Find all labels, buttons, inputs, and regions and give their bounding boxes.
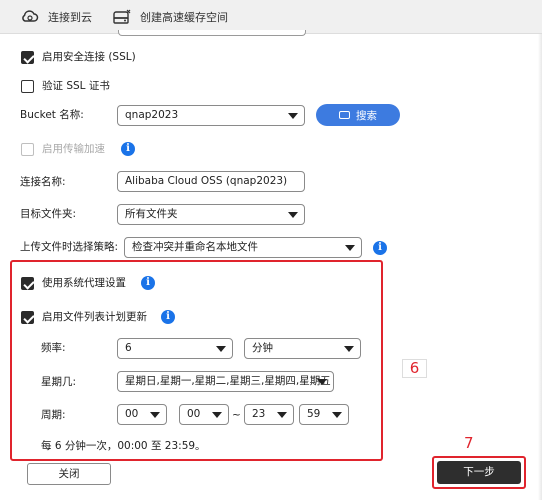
search-button[interactable]: 搜索 <box>316 104 400 126</box>
start-hour-value: 00 <box>125 408 139 420</box>
info-icon[interactable]: i <box>141 276 155 290</box>
frequency-select[interactable]: 6 <box>117 338 233 359</box>
end-minute-value: 59 <box>307 408 321 420</box>
acceleration-checkbox[interactable] <box>21 143 34 156</box>
bucket-label: Bucket 名称: <box>20 109 84 121</box>
verify-ssl-checkbox[interactable] <box>21 80 34 93</box>
frequency-value: 6 <box>125 342 132 354</box>
dialog-edge-shadow <box>538 34 542 500</box>
end-hour-select[interactable]: 23 <box>244 404 294 425</box>
chevron-down-icon <box>150 412 160 418</box>
annotation-step-7: 7 <box>464 434 474 452</box>
wizard-step-bar: 连接到云 创建高速缓存空间 <box>0 0 542 34</box>
connection-name-label: 连接名称: <box>20 176 66 188</box>
info-icon[interactable]: i <box>161 310 175 324</box>
range-separator: ~ <box>232 409 241 421</box>
connection-name-input[interactable]: Alibaba Cloud OSS (qnap2023) <box>117 171 305 192</box>
cache-storage-icon <box>112 8 132 26</box>
bucket-select[interactable]: qnap2023 <box>117 105 305 126</box>
acceleration-label: 启用传输加速 <box>42 143 105 155</box>
verify-ssl-label: 验证 SSL 证书 <box>42 80 110 92</box>
end-hour-value: 23 <box>252 408 266 420</box>
period-label: 周期: <box>41 409 66 421</box>
upload-policy-label: 上传文件时选择策略: <box>20 241 119 253</box>
weekday-label: 星期几: <box>41 376 77 388</box>
chevron-down-icon <box>317 379 327 385</box>
next-button[interactable]: 下一步 <box>437 461 521 484</box>
chevron-down-icon <box>288 212 298 218</box>
weekday-value: 星期日,星期一,星期二,星期三,星期四,星期五 <box>125 375 331 387</box>
start-minute-select[interactable]: 00 <box>179 404 229 425</box>
start-minute-value: 00 <box>187 408 201 420</box>
proxy-checkbox[interactable] <box>21 277 34 290</box>
info-icon[interactable]: i <box>373 241 387 255</box>
upload-policy-value: 检查冲突并重命名本地文件 <box>132 241 258 253</box>
chevron-down-icon <box>344 346 354 352</box>
info-icon[interactable]: i <box>121 142 135 156</box>
close-button[interactable]: 关闭 <box>27 463 111 485</box>
target-folder-select[interactable]: 所有文件夹 <box>117 204 305 225</box>
chevron-down-icon <box>332 412 342 418</box>
upload-policy-select[interactable]: 检查冲突并重命名本地文件 <box>124 237 362 258</box>
ssl-label: 启用安全连接 (SSL) <box>42 51 136 63</box>
chevron-down-icon <box>212 412 222 418</box>
start-hour-select[interactable]: 00 <box>117 404 167 425</box>
schedule-label: 启用文件列表计划更新 <box>42 311 147 323</box>
chevron-down-icon <box>216 346 226 352</box>
frequency-unit-value: 分钟 <box>252 342 273 354</box>
connection-name-value: Alibaba Cloud OSS (qnap2023) <box>125 175 288 187</box>
scrolled-input-field[interactable] <box>118 30 306 36</box>
frequency-label: 频率: <box>41 342 66 354</box>
bucket-select-value: qnap2023 <box>125 109 179 121</box>
chevron-down-icon <box>288 113 298 119</box>
end-minute-select[interactable]: 59 <box>299 404 349 425</box>
search-button-label: 搜索 <box>356 109 377 122</box>
target-folder-value: 所有文件夹 <box>125 208 178 220</box>
schedule-summary: 每 6 分钟一次，00:00 至 23:59。 <box>41 440 206 452</box>
wizard-step-label: 连接到云 <box>48 11 92 24</box>
proxy-label: 使用系统代理设置 <box>42 277 126 289</box>
wizard-step-cache: 创建高速缓存空间 <box>112 7 228 27</box>
ssl-checkbox[interactable] <box>21 51 34 64</box>
wizard-step-label: 创建高速缓存空间 <box>140 11 228 24</box>
storage-icon <box>339 111 350 119</box>
weekday-select[interactable]: 星期日,星期一,星期二,星期三,星期四,星期五 <box>117 371 334 392</box>
schedule-checkbox[interactable] <box>21 311 34 324</box>
target-folder-label: 目标文件夹: <box>20 208 77 220</box>
annotation-step-6: 6 <box>402 359 427 378</box>
frequency-unit-select[interactable]: 分钟 <box>244 338 361 359</box>
wizard-step-connect: 连接到云 <box>20 7 92 27</box>
annotation-highlight-box <box>10 260 383 461</box>
cloud-link-icon <box>20 9 40 25</box>
chevron-down-icon <box>277 412 287 418</box>
chevron-down-icon <box>345 245 355 251</box>
